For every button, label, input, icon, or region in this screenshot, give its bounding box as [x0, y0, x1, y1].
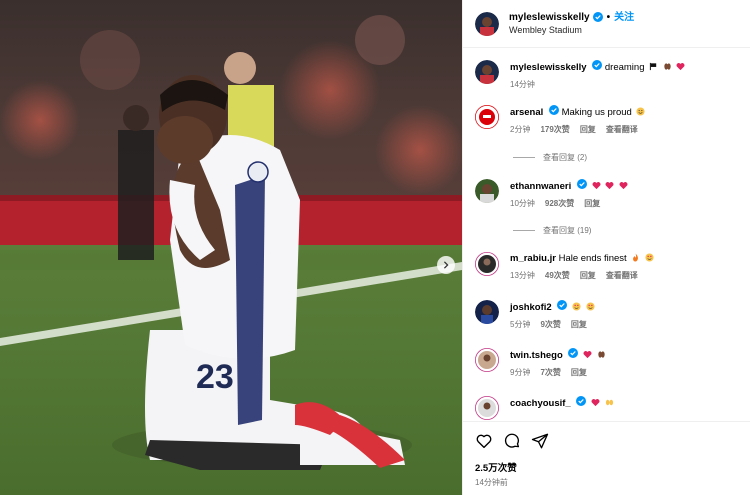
avatar[interactable]: [475, 105, 499, 129]
view-replies-button[interactable]: 查看回复 (2): [513, 152, 587, 163]
reply-button[interactable]: 回复: [571, 318, 587, 331]
view-replies-label: 查看回复 (2): [543, 153, 587, 162]
reply-button[interactable]: 回复: [571, 366, 587, 379]
post-actions: 2.5万次赞 14分钟前: [463, 421, 750, 495]
avatar[interactable]: [475, 179, 499, 203]
likes-count[interactable]: 2.5万次赞: [475, 460, 738, 474]
post-header: myleslewisskelly • 关注 Wembley Stadium: [463, 0, 750, 48]
comment-item: m_rabiu.jr Hale ends finest 13分钟 49次赞 回复…: [475, 252, 742, 282]
post-author-username[interactable]: myleslewisskelly: [509, 11, 590, 24]
comment-username[interactable]: ethannwaneri: [510, 181, 571, 192]
comment-likes[interactable]: 928次赞: [545, 197, 574, 210]
verified-badge-icon: [592, 12, 603, 22]
comment-time: 10分钟: [510, 199, 535, 208]
next-photo-button[interactable]: [437, 256, 455, 274]
replies-line: [513, 230, 535, 231]
avatar[interactable]: [475, 252, 499, 276]
comment-username[interactable]: twin.tshego: [510, 350, 563, 361]
view-replies-button[interactable]: 查看回复 (19): [513, 225, 591, 236]
comment-text: Hale ends finest: [558, 253, 627, 264]
comment-likes[interactable]: 9次赞: [540, 318, 560, 331]
comment-username[interactable]: joshkofi2: [510, 302, 552, 313]
comment-username[interactable]: arsenal: [510, 107, 543, 118]
praying-hands-icon: [663, 62, 672, 71]
comment-item: arsenal Making us proud 2分钟 179次赞 回复 查看翻…: [475, 105, 742, 136]
comment-text: Making us proud: [561, 107, 632, 118]
red-heart-icon: [619, 181, 628, 190]
comments-list[interactable]: myleslewisskelly dreaming 14分钟 arsenal M…: [463, 48, 750, 421]
red-heart-icon: [592, 181, 601, 190]
share-icon[interactable]: [531, 432, 549, 450]
comment-item: joshkofi2 5分钟 9次赞 回复: [475, 300, 742, 331]
follow-button[interactable]: 关注: [614, 11, 634, 24]
comment-time: 13分钟: [510, 271, 535, 280]
instagram-post: 23 myleslewisskelly • 关注 Wembley Stadium: [0, 0, 750, 495]
photo-scene: 23: [0, 0, 462, 495]
caption-text: dreaming: [604, 62, 645, 73]
red-heart-icon: [583, 350, 592, 359]
heart-eyes-icon: [586, 302, 595, 311]
avatar[interactable]: [475, 300, 499, 324]
avatar[interactable]: [475, 11, 499, 36]
avatar[interactable]: [475, 60, 499, 84]
comment-time: 9分钟: [510, 368, 531, 377]
chevron-right-icon: [443, 261, 449, 269]
reply-button[interactable]: 回复: [584, 197, 600, 210]
red-heart-icon: [591, 398, 600, 407]
caption-username[interactable]: myleslewisskelly: [510, 62, 587, 73]
comment-time: 2分钟: [510, 125, 531, 134]
verified-badge-icon: [592, 60, 603, 70]
verified-badge-icon: [576, 396, 587, 406]
location-link[interactable]: Wembley Stadium: [509, 24, 634, 37]
comment-icon[interactable]: [503, 432, 521, 450]
smiling-face-icon: [636, 107, 645, 116]
comment-item: ethannwaneri 10分钟 928次赞 回复: [475, 179, 742, 210]
caption-time: 14分钟: [510, 80, 535, 89]
view-replies-label: 查看回复 (19): [543, 226, 592, 235]
comment-likes[interactable]: 179次赞: [540, 123, 569, 136]
translate-button[interactable]: 查看翻译: [606, 269, 638, 282]
comment-likes[interactable]: 7次赞: [540, 366, 560, 379]
side-panel: myleslewisskelly • 关注 Wembley Stadium my…: [462, 0, 750, 495]
verified-badge-icon: [557, 300, 568, 310]
red-heart-icon: [676, 62, 685, 71]
post-photo[interactable]: 23: [0, 0, 462, 495]
replies-line: [513, 157, 535, 158]
heart-eyes-icon: [572, 302, 581, 311]
heart-eyes-icon: [645, 253, 654, 262]
verified-badge-icon: [548, 105, 559, 115]
jersey-number: 23: [196, 358, 234, 396]
post-header-text: myleslewisskelly • 关注 Wembley Stadium: [509, 11, 634, 37]
comment-item: twin.tshego 9分钟 7次赞 回复: [475, 348, 742, 379]
red-heart-icon: [605, 181, 614, 190]
avatar[interactable]: [475, 396, 499, 420]
raising-hands-icon: [605, 398, 614, 407]
reply-button[interactable]: 回复: [580, 123, 596, 136]
avatar[interactable]: [475, 348, 499, 372]
comment-time: 5分钟: [510, 320, 531, 329]
verified-badge-icon: [568, 348, 579, 358]
praying-hands-icon: [597, 350, 606, 359]
comment-username[interactable]: m_rabiu.jr: [510, 253, 556, 264]
verified-badge-icon: [576, 179, 587, 189]
heart-icon[interactable]: [475, 432, 493, 450]
separator-dot: •: [606, 11, 611, 23]
black-flag-icon: [649, 62, 658, 71]
comment-likes[interactable]: 49次赞: [545, 269, 570, 282]
reply-button[interactable]: 回复: [580, 269, 596, 282]
translate-button[interactable]: 查看翻译: [606, 123, 638, 136]
comment-username[interactable]: coachyousif_: [510, 398, 571, 409]
fire-icon: [631, 253, 640, 262]
post-time: 14分钟前: [475, 478, 508, 487]
comment-item: coachyousif_: [475, 396, 742, 420]
caption: myleslewisskelly dreaming 14分钟: [475, 60, 742, 91]
